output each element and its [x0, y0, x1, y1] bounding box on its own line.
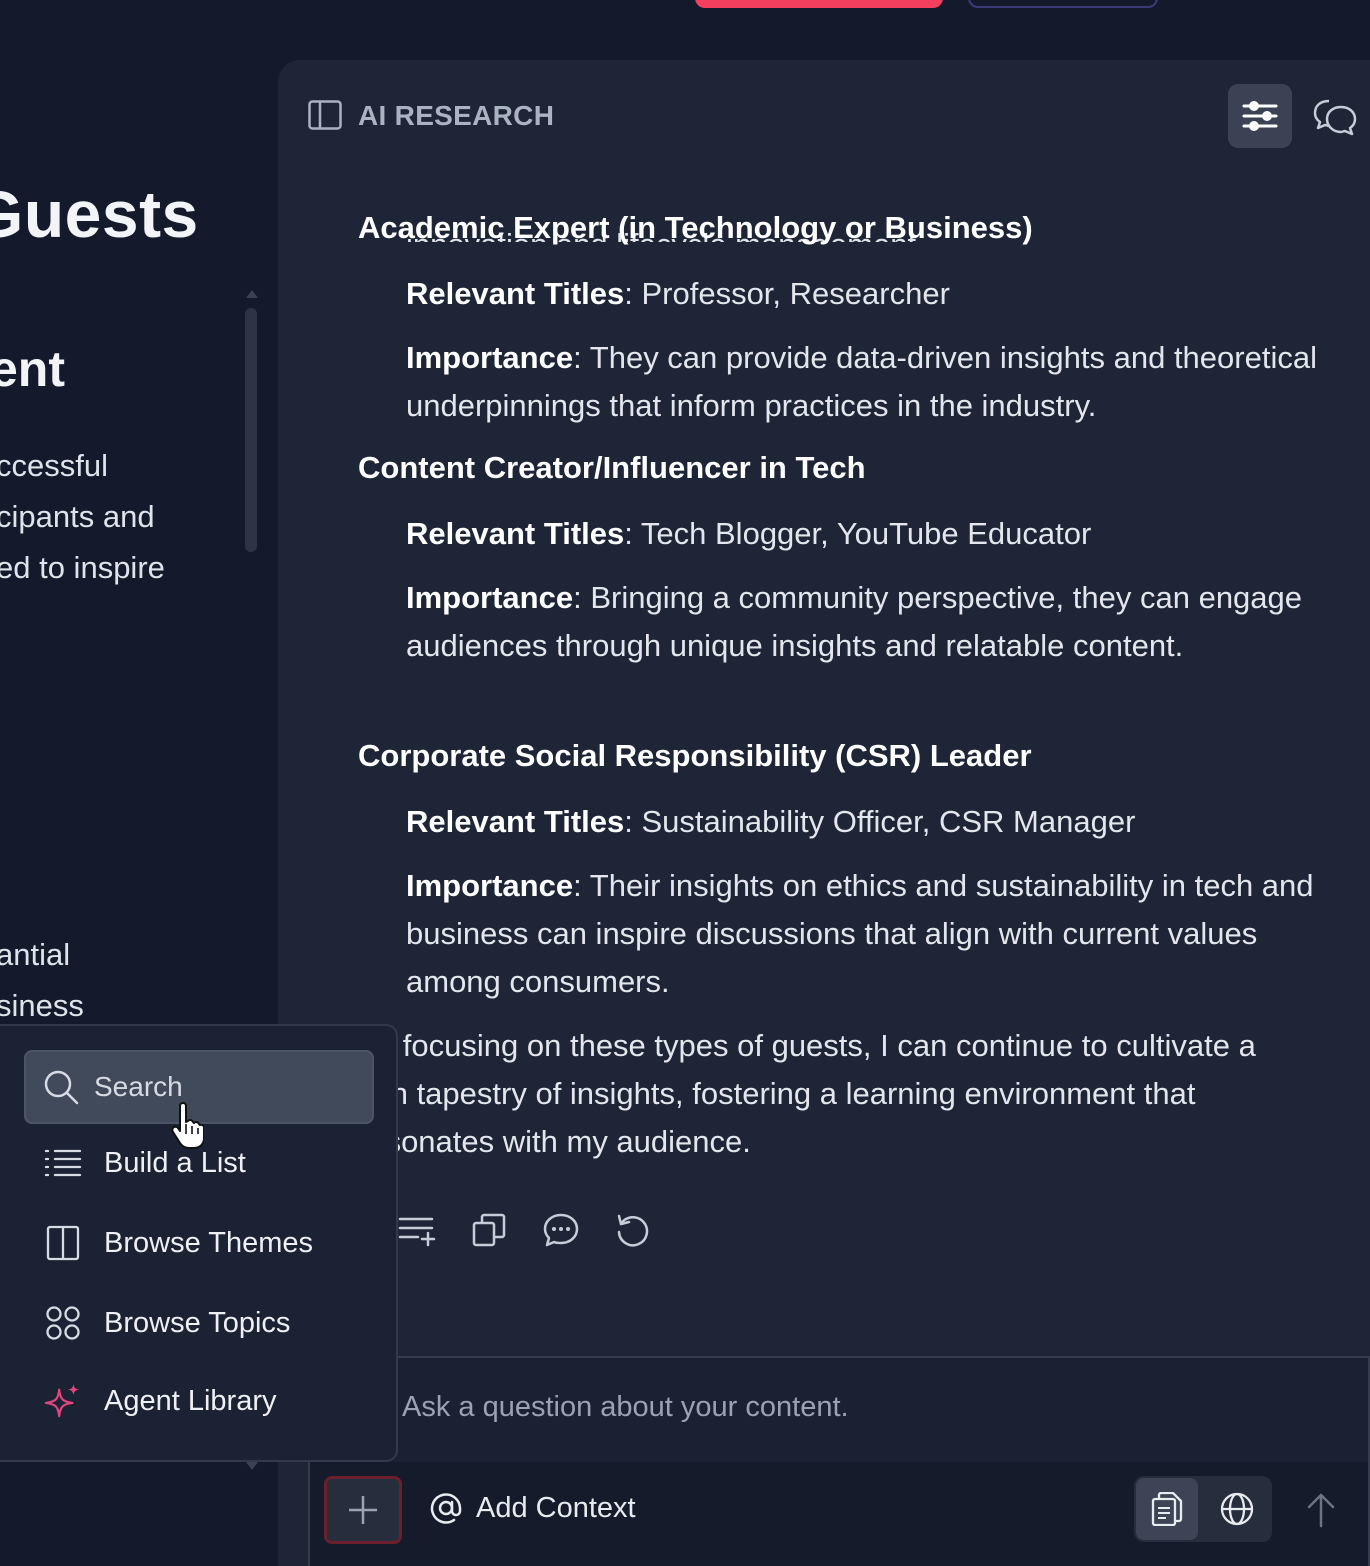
- paragraph-line: antial: [0, 937, 71, 972]
- add-context-button[interactable]: Add Context: [428, 1490, 636, 1526]
- titles-label: Relevant Titles: [406, 276, 625, 311]
- panel-title: AI RESEARCH: [358, 100, 555, 131]
- menu-item-browse-themes[interactable]: Browse Themes: [44, 1224, 313, 1262]
- question-input[interactable]: [330, 1358, 1330, 1456]
- section-heading: Academic Expert (in Technology or Busine…: [358, 210, 1033, 245]
- page-paragraph: ccessful cipants and ed to inspire: [0, 440, 165, 593]
- list-icon: [44, 1144, 82, 1182]
- page-title: Guests: [0, 177, 199, 251]
- add-to-list-button[interactable]: [396, 1209, 438, 1251]
- columns-icon: [44, 1224, 82, 1262]
- web-mode-button[interactable]: [1206, 1478, 1268, 1540]
- menu-item-label: Browse Topics: [104, 1306, 291, 1339]
- menu-search-input[interactable]: [94, 1071, 354, 1103]
- search-icon: [44, 1070, 79, 1105]
- arrow-up-icon: [1307, 1493, 1335, 1528]
- importance: Importance: Their insights on ethics and…: [406, 862, 1341, 1006]
- source-mode-toggle: [1134, 1476, 1272, 1542]
- chat-button[interactable]: [1312, 94, 1358, 140]
- at-sign-icon: [430, 1493, 462, 1524]
- importance-label: Importance: [406, 580, 574, 615]
- top-primary-button[interactable]: [695, 0, 943, 8]
- composer: Add Context: [308, 1356, 1370, 1566]
- titles-label: Relevant Titles: [406, 516, 625, 551]
- relevant-titles: Relevant Titles: Tech Blogger, YouTube E…: [406, 510, 1341, 558]
- importance: Importance: They can provide data-driven…: [406, 334, 1341, 430]
- menu-item-label: Agent Library: [104, 1384, 277, 1417]
- documents-mode-button[interactable]: [1136, 1478, 1198, 1540]
- importance-label: Importance: [406, 340, 574, 375]
- list-add-icon: [398, 1217, 436, 1247]
- add-button[interactable]: [324, 1476, 402, 1544]
- ai-research-panel: AI RESEARCH innovation and lifecycle man…: [278, 60, 1370, 1566]
- globe-icon: [1220, 1492, 1254, 1526]
- scroll-down-arrow[interactable]: [246, 1462, 258, 1470]
- relevant-titles: Relevant Titles: Professor, Researcher: [406, 270, 1341, 318]
- paragraph-line: ed to inspire: [0, 550, 165, 585]
- titles-value: : Professor, Researcher: [624, 276, 950, 311]
- importance: Importance: Bringing a community perspec…: [406, 574, 1341, 670]
- sidebar-toggle-icon[interactable]: [308, 100, 342, 130]
- plus-icon: [349, 1496, 377, 1524]
- closing-paragraph: By focusing on these types of guests, I …: [358, 1028, 1256, 1159]
- menu-item-agent-library[interactable]: Agent Library: [44, 1382, 277, 1420]
- send-button[interactable]: [1296, 1480, 1346, 1540]
- page-paragraph-2: antial siness: [0, 929, 84, 1031]
- section-title: ent: [0, 341, 65, 397]
- refresh-icon: [617, 1214, 649, 1247]
- menu-item-browse-topics[interactable]: Browse Topics: [44, 1304, 290, 1342]
- importance-label: Importance: [406, 868, 574, 903]
- add-context-label: Add Context: [476, 1491, 636, 1524]
- scrollbar-thumb[interactable]: [245, 308, 257, 552]
- scroll-up-arrow[interactable]: [246, 290, 258, 298]
- regenerate-button[interactable]: [612, 1209, 654, 1251]
- relevant-titles: Relevant Titles: Sustainability Officer,…: [406, 798, 1341, 846]
- titles-label: Relevant Titles: [406, 804, 625, 839]
- message-actions: [396, 1208, 654, 1252]
- panel-header: AI RESEARCH: [278, 60, 1370, 170]
- nodes-icon: [1242, 101, 1278, 131]
- comment-icon: [543, 1213, 579, 1247]
- add-menu: Build a List Browse Themes Browse Topics…: [0, 1024, 398, 1462]
- hand-cursor-icon: [170, 1102, 205, 1155]
- menu-item-label: Browse Themes: [104, 1226, 313, 1259]
- chat-bubbles-icon: [1313, 99, 1357, 136]
- menu-item-build-a-list[interactable]: Build a List: [44, 1144, 246, 1182]
- copy-button[interactable]: [468, 1209, 510, 1251]
- sparkle-icon: [44, 1382, 82, 1420]
- comment-button[interactable]: [540, 1209, 582, 1251]
- composer-toolbar: Add Context: [310, 1462, 1368, 1566]
- copy-icon: [472, 1213, 506, 1247]
- paragraph-line: cipants and: [0, 499, 155, 534]
- paragraph-line: ccessful: [0, 448, 108, 483]
- documents-icon: [1151, 1492, 1183, 1526]
- section-heading: Corporate Social Responsibility (CSR) Le…: [358, 738, 1032, 773]
- section-heading: Content Creator/Influencer in Tech: [358, 450, 866, 485]
- titles-value: : Sustainability Officer, CSR Manager: [624, 804, 1136, 839]
- mind-map-button[interactable]: [1228, 84, 1292, 148]
- grid-circles-icon: [44, 1304, 82, 1342]
- top-secondary-button[interactable]: [968, 0, 1158, 8]
- titles-value: : Tech Blogger, YouTube Educator: [624, 516, 1092, 551]
